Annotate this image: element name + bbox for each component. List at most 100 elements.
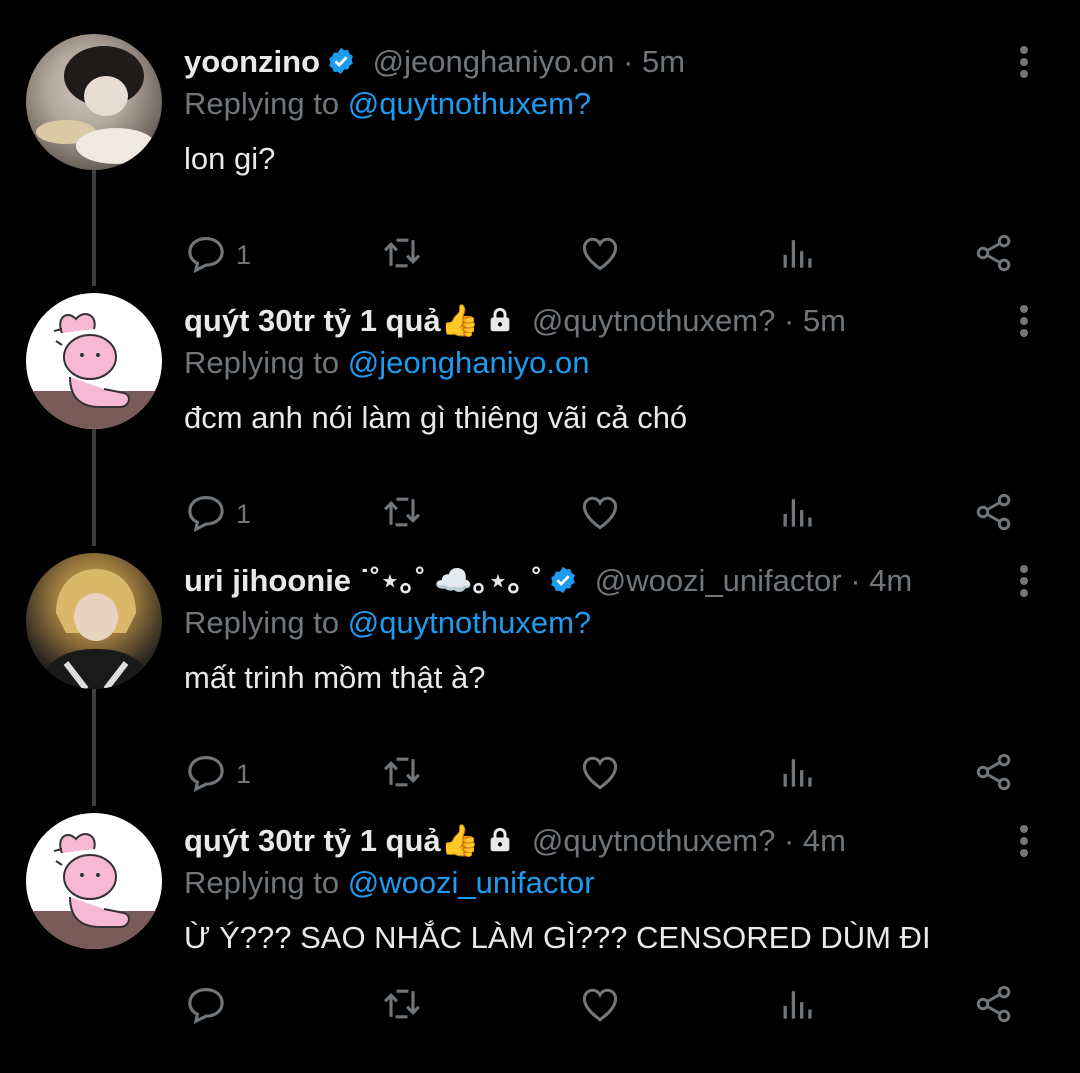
like-icon — [578, 490, 622, 539]
tweet-text: đcm anh nói làm gì thiêng vãi cả chó — [184, 400, 688, 435]
tweet-text: lon gi? — [184, 141, 276, 176]
retweet-button[interactable] — [380, 981, 424, 1031]
avatar-photo-icon — [36, 569, 156, 689]
retweet-icon — [380, 982, 424, 1031]
share-button[interactable] — [972, 230, 1016, 280]
replying-prefix: Replying to — [184, 865, 348, 900]
tweet-actions: 1 — [184, 230, 1034, 280]
display-name[interactable]: yoonzino — [184, 44, 320, 79]
reply-icon — [184, 490, 228, 539]
reply-mention-link[interactable]: @jeonghaniyo.on — [348, 345, 590, 380]
more-options-icon[interactable] — [1008, 301, 1040, 341]
timestamp[interactable]: 5m — [642, 44, 685, 79]
reply-mention-link[interactable]: @quytnothuxem? — [348, 605, 591, 640]
avatar-photo-icon — [36, 46, 156, 164]
retweet-icon — [380, 490, 424, 539]
retweet-button[interactable] — [380, 230, 424, 280]
reply-button[interactable]: 1 — [184, 489, 251, 539]
share-button[interactable] — [972, 981, 1016, 1031]
avatar-pink-rabbit-icon — [26, 833, 162, 949]
display-name[interactable]: quýt 30tr tỷ 1 quả👍 — [184, 823, 479, 858]
reply-mention-link[interactable]: @woozi_unifactor — [348, 865, 595, 900]
analytics-button[interactable] — [776, 981, 820, 1031]
reply-icon — [184, 982, 228, 1031]
handle[interactable]: @jeonghaniyo.on — [373, 44, 615, 79]
handle[interactable]: @quytnothuxem? — [532, 823, 775, 858]
share-button[interactable] — [972, 489, 1016, 539]
like-button[interactable] — [578, 981, 622, 1031]
reply-button[interactable]: 1 — [184, 749, 251, 799]
separator: · — [614, 44, 642, 79]
analytics-icon — [776, 490, 820, 539]
analytics-icon — [776, 750, 820, 799]
reply-icon — [184, 231, 228, 280]
verified-badge-icon — [326, 46, 356, 86]
share-icon — [972, 231, 1016, 280]
timestamp[interactable]: 4m — [803, 823, 846, 858]
avatar[interactable] — [26, 293, 162, 429]
tweet[interactable]: quýt 30tr tỷ 1 quả👍 @quytnothuxem? · 4m … — [0, 813, 1080, 1073]
tweet[interactable]: quýt 30tr tỷ 1 quả👍 @quytnothuxem? · 5m … — [0, 293, 1080, 553]
share-icon — [972, 982, 1016, 1031]
like-icon — [578, 750, 622, 799]
tweet-actions: 1 — [184, 489, 1034, 539]
like-button[interactable] — [578, 230, 622, 280]
retweet-icon — [380, 231, 424, 280]
replying-prefix: Replying to — [184, 605, 348, 640]
reply-mention-link[interactable]: @quytnothuxem? — [348, 86, 591, 121]
display-name[interactable]: quýt 30tr tỷ 1 quả👍 — [184, 303, 479, 338]
more-options-icon[interactable] — [1008, 42, 1040, 82]
display-name[interactable]: uri jihoonie ˙˚⋆｡˚ ☁️｡⋆｡ ˚ — [184, 563, 542, 598]
avatar[interactable] — [26, 34, 162, 170]
analytics-button[interactable] — [776, 489, 820, 539]
tweet[interactable]: yoonzino @jeonghaniyo.on · 5m Replying t… — [0, 34, 1080, 294]
more-options-icon[interactable] — [1008, 821, 1040, 861]
replying-prefix: Replying to — [184, 86, 348, 121]
like-icon — [578, 982, 622, 1031]
separator: · — [775, 823, 803, 858]
tweet-text: Ừ Ý??? SAO NHẮC LÀM GÌ??? CENSORED DÙM Đ… — [184, 920, 931, 955]
like-button[interactable] — [578, 749, 622, 799]
analytics-button[interactable] — [776, 230, 820, 280]
reply-button[interactable]: 1 — [184, 230, 251, 280]
retweet-button[interactable] — [380, 489, 424, 539]
verified-badge-icon — [548, 565, 578, 605]
handle[interactable]: @quytnothuxem? — [532, 303, 775, 338]
timestamp[interactable]: 5m — [803, 303, 846, 338]
replying-prefix: Replying to — [184, 345, 348, 380]
analytics-icon — [776, 231, 820, 280]
tweet-header: uri jihoonie ˙˚⋆｡˚ ☁️｡⋆｡ ˚ @woozi_unifac… — [184, 561, 912, 605]
tweet-actions: 1 — [184, 749, 1034, 799]
like-button[interactable] — [578, 489, 622, 539]
avatar[interactable] — [26, 813, 162, 949]
share-icon — [972, 490, 1016, 539]
lock-icon — [485, 305, 515, 345]
reply-icon — [184, 750, 228, 799]
retweet-icon — [380, 750, 424, 799]
like-icon — [578, 231, 622, 280]
tweet-header: yoonzino @jeonghaniyo.on · 5m — [184, 42, 685, 86]
reply-count: 1 — [236, 239, 252, 270]
share-button[interactable] — [972, 749, 1016, 799]
reply-count: 1 — [236, 498, 252, 529]
separator: · — [775, 303, 803, 338]
share-icon — [972, 750, 1016, 799]
reply-button[interactable] — [184, 981, 236, 1031]
avatar-pink-rabbit-icon — [26, 313, 162, 429]
avatar[interactable] — [26, 553, 162, 689]
handle[interactable]: @woozi_unifactor — [595, 563, 842, 598]
analytics-icon — [776, 982, 820, 1031]
retweet-button[interactable] — [380, 749, 424, 799]
replying-to: Replying to @woozi_unifactor — [184, 863, 595, 903]
tweet[interactable]: uri jihoonie ˙˚⋆｡˚ ☁️｡⋆｡ ˚ @woozi_unifac… — [0, 553, 1080, 813]
tweet-text: mất trinh mồm thật à? — [184, 660, 486, 695]
tweet-header: quýt 30tr tỷ 1 quả👍 @quytnothuxem? · 4m — [184, 821, 846, 865]
lock-icon — [485, 825, 515, 865]
reply-count: 1 — [236, 758, 252, 789]
more-options-icon[interactable] — [1008, 561, 1040, 601]
tweet-actions — [184, 981, 1034, 1031]
timestamp[interactable]: 4m — [869, 563, 912, 598]
tweet-header: quýt 30tr tỷ 1 quả👍 @quytnothuxem? · 5m — [184, 301, 846, 345]
replying-to: Replying to @quytnothuxem? — [184, 603, 591, 643]
analytics-button[interactable] — [776, 749, 820, 799]
